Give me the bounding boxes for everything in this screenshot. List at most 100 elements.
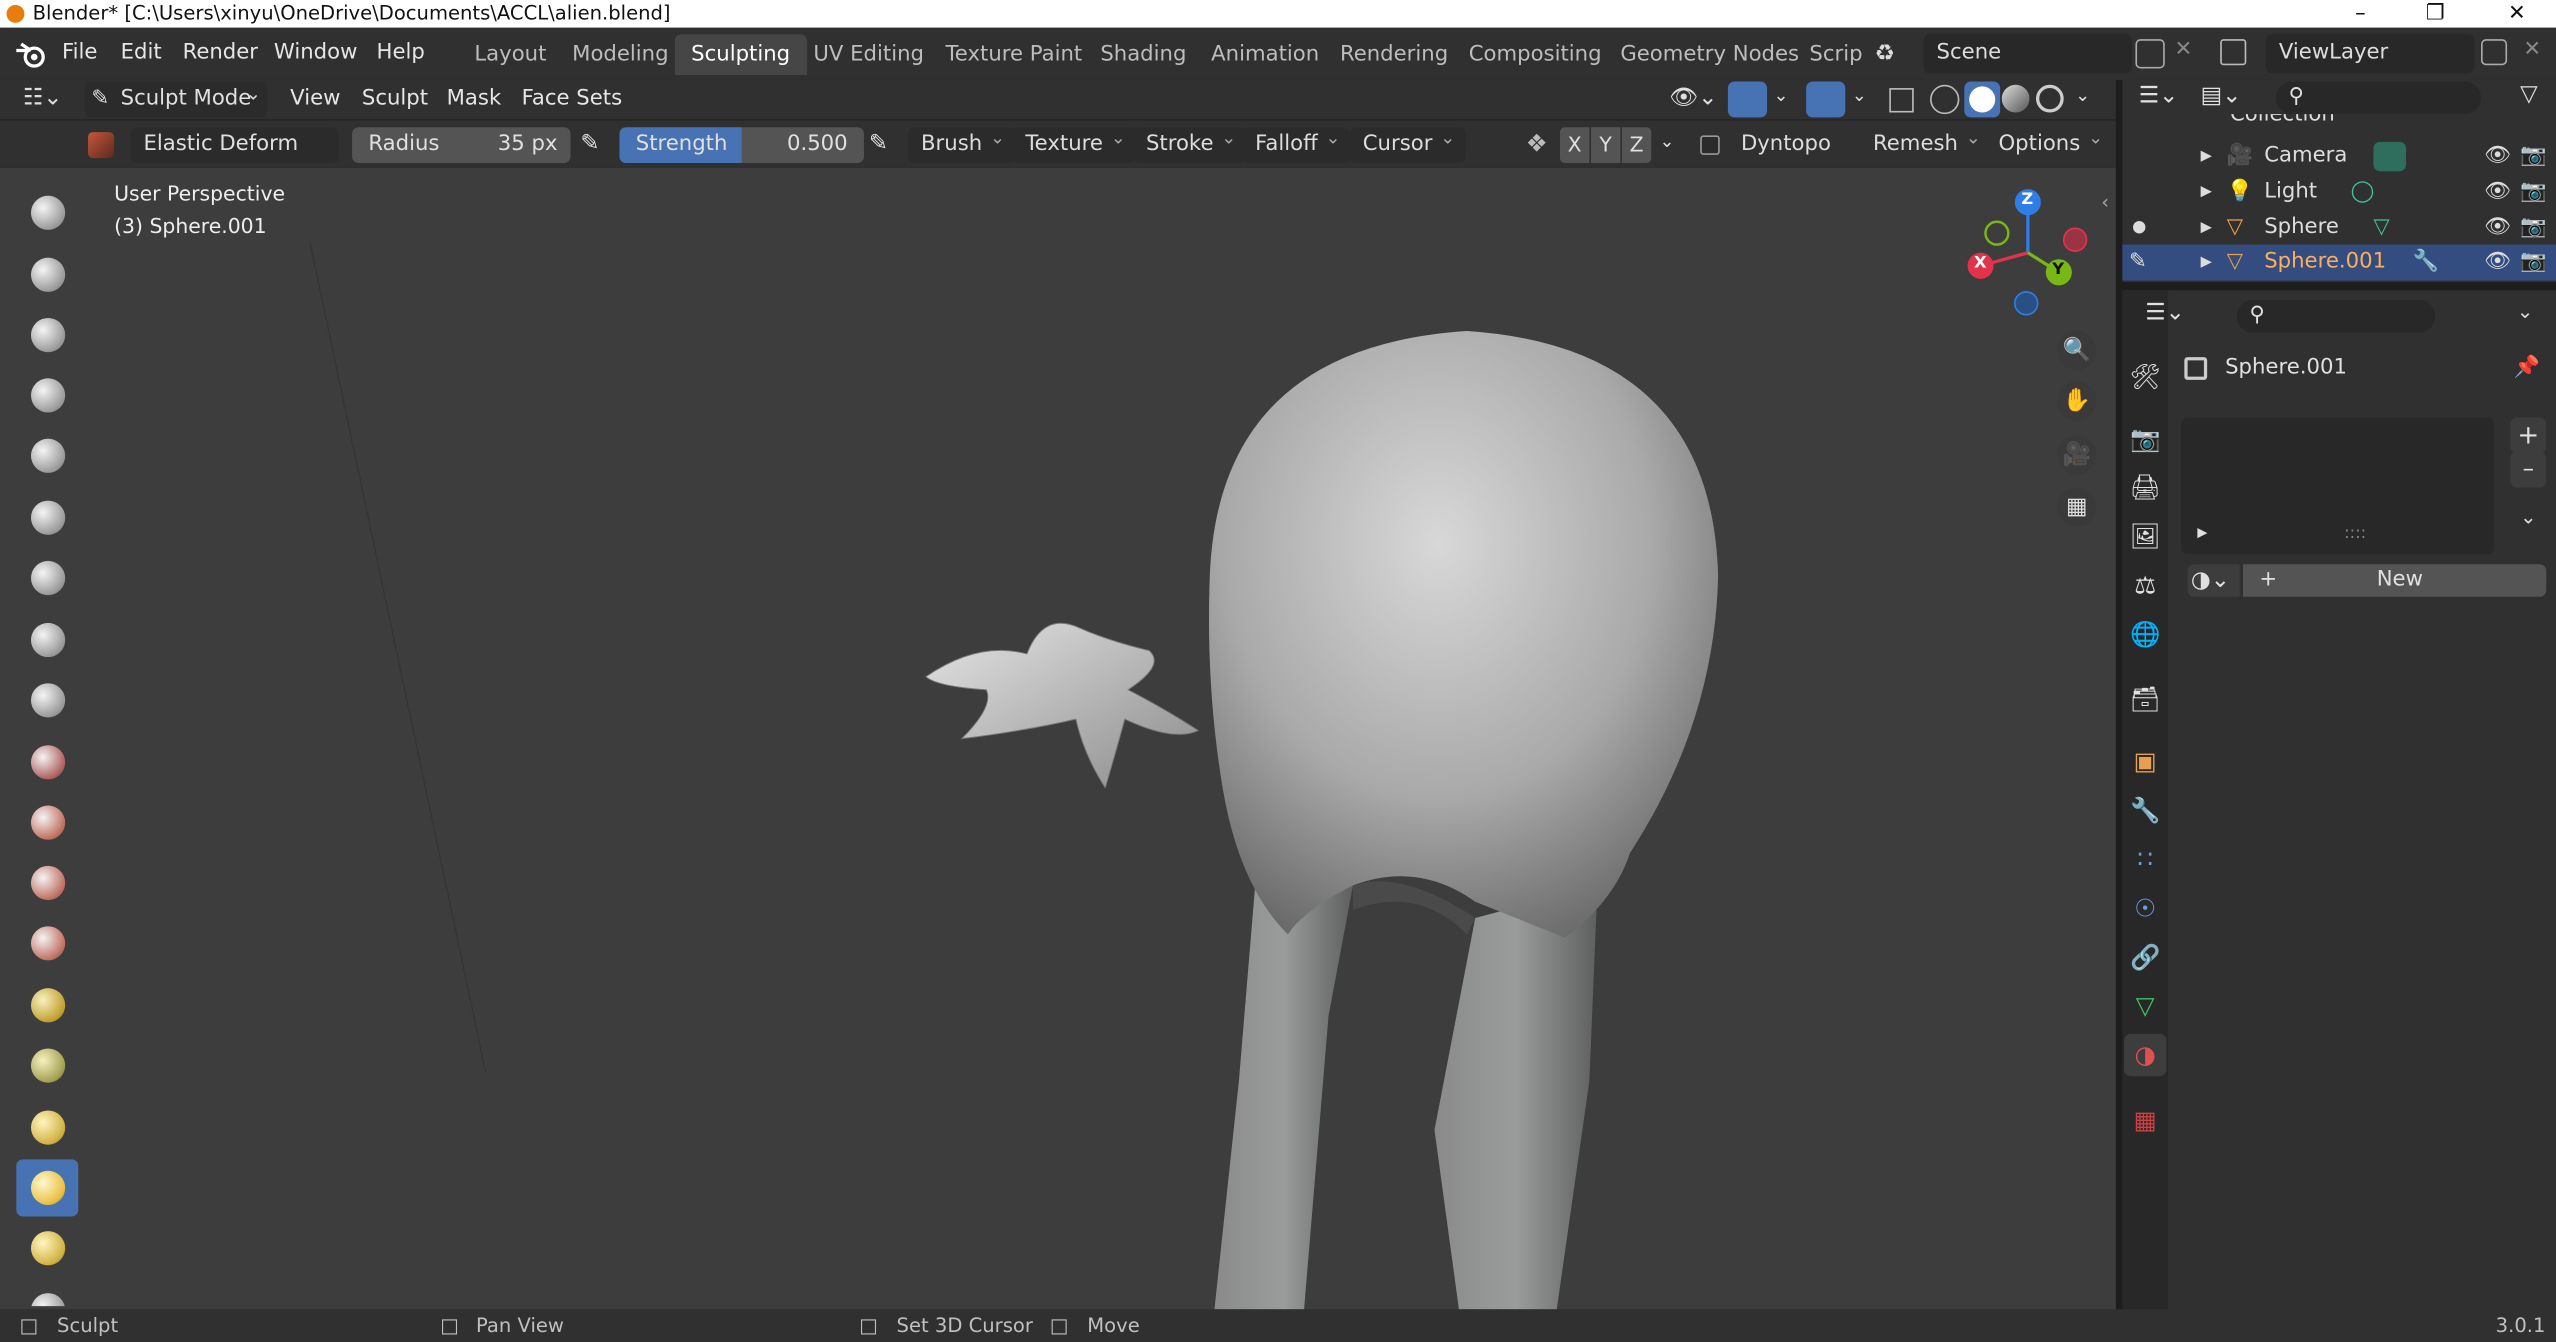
zoom-icon[interactable]: 🔍 [2057, 331, 2097, 371]
options-dropdown[interactable]: Options [1985, 121, 2112, 163]
chevron-down-icon[interactable]: ⌄ [2075, 85, 2090, 106]
material-tab-icon[interactable]: ◑ [2124, 1033, 2167, 1077]
expand-arrow-icon[interactable]: ▶ [2201, 139, 2212, 175]
eye-icon[interactable]: 👁 [2484, 210, 2511, 246]
chevron-down-icon[interactable]: ⌄ [1852, 85, 1867, 106]
sculpt-mode-icon[interactable]: ✎ [2129, 245, 2147, 281]
texture-dropdown[interactable]: Texture [1012, 121, 1136, 164]
filter-icon[interactable]: ▽ [2520, 82, 2538, 108]
menu-file[interactable]: File [62, 28, 97, 80]
expand-arrow-icon[interactable]: ▶ [2197, 525, 2207, 540]
outliner-search-input[interactable]: ⚲ [2275, 81, 2482, 115]
pin-icon[interactable]: 📌 [2514, 355, 2540, 379]
rendered-shading-icon[interactable] [2035, 84, 2064, 113]
eye-icon[interactable]: 👁 [2484, 245, 2511, 281]
scene-tab-icon[interactable]: ⚖ [2124, 564, 2166, 606]
chevron-down-icon[interactable]: ⌄ [1659, 130, 1674, 151]
close-button[interactable]: ✕ [2499, 0, 2535, 28]
tab-compositing[interactable]: Compositing [1452, 34, 1617, 75]
tab-geometry-nodes[interactable]: Geometry Nodes [1604, 34, 1815, 75]
xray-icon[interactable] [1889, 88, 1914, 113]
render-camera-icon[interactable]: 📷 [2520, 245, 2546, 281]
scene-icon[interactable]: ♻ [1875, 38, 1921, 71]
world-tab-icon[interactable]: 🌐 [2124, 613, 2166, 655]
tab-texture-paint[interactable]: Texture Paint [929, 34, 1098, 75]
gizmo-toggle-icon[interactable] [1727, 81, 1768, 118]
properties-editor-icon[interactable]: ☰⌄ [2145, 300, 2185, 326]
fill-tool[interactable] [16, 854, 78, 911]
tool-tab-icon[interactable]: 🛠 [2124, 355, 2166, 397]
elastic-deform-tool[interactable] [16, 1159, 79, 1217]
tab-layout[interactable]: Layout [458, 34, 563, 75]
properties-search-input[interactable]: ⚲ [2236, 300, 2436, 333]
layer-tool[interactable] [16, 489, 78, 546]
constraints-tab-icon[interactable]: 🔗 [2124, 936, 2166, 978]
editor-type-icon[interactable]: ☷⌄ [23, 85, 63, 111]
tab-uv-editing[interactable]: UV Editing [797, 34, 940, 75]
symmetry-z-toggle[interactable]: Z [1621, 127, 1652, 164]
clay-thumb-tool[interactable] [16, 427, 78, 484]
radius-pressure-icon[interactable]: ✎ [580, 130, 599, 156]
stroke-dropdown[interactable]: Stroke [1132, 121, 1247, 164]
viewport-canvas[interactable] [0, 168, 2116, 1310]
view-layer-tab-icon[interactable]: 🖼 [2124, 515, 2166, 557]
collection-tab-icon[interactable]: 🗃 [2124, 678, 2166, 720]
menu-view[interactable]: View [290, 80, 340, 119]
dyntopo-checkbox[interactable] [1700, 135, 1720, 155]
pinch-tool[interactable] [16, 1037, 78, 1094]
tab-sculpting[interactable]: Sculpting [674, 34, 807, 76]
falloff-dropdown[interactable]: Falloff [1242, 121, 1351, 164]
menu-window[interactable]: Window [274, 28, 358, 80]
menu-sculpt[interactable]: Sculpt [362, 80, 428, 119]
dyntopo-dropdown[interactable]: Dyntopo [1728, 127, 1864, 163]
render-camera-icon[interactable]: 📷 [2520, 139, 2546, 175]
scrape-tool[interactable] [16, 915, 78, 972]
draw-sharp-tool[interactable] [16, 246, 78, 303]
mode-selector[interactable]: ✎ Sculpt Mode ⌄ [84, 81, 268, 118]
expand-arrow-icon[interactable]: ▶ [2201, 245, 2212, 281]
view-layer-field[interactable]: ViewLayer [2265, 34, 2475, 74]
chevron-down-icon[interactable]: ⌄ [2510, 499, 2546, 535]
cursor-dropdown[interactable]: Cursor [1349, 121, 1466, 164]
minimize-button[interactable]: – [2342, 0, 2378, 28]
thumb-tool[interactable] [16, 1282, 78, 1307]
menu-face-sets[interactable]: Face Sets [522, 80, 623, 119]
tab-rendering[interactable]: Rendering [1324, 34, 1465, 75]
outliner-item-camera[interactable]: ▶ 🎥 Camera 👁 📷 [2122, 139, 2556, 175]
add-slot-button[interactable]: + [2510, 417, 2547, 454]
3d-viewport[interactable]: User Perspective (3) Sphere.001 Z X Y 🔍 … [0, 167, 2116, 1310]
eye-icon[interactable]: 👁 [2484, 174, 2511, 210]
chevron-down-icon[interactable]: ⌄ [2517, 300, 2533, 323]
material-shading-icon[interactable] [2001, 84, 2030, 113]
browse-material-icon[interactable]: ◑⌄ [2187, 564, 2240, 597]
expand-arrow-icon[interactable]: ▶ [2201, 210, 2212, 246]
view-layer-icon[interactable] [2220, 39, 2247, 66]
draw-tool[interactable] [16, 184, 78, 241]
collection-row[interactable]: Collection [2122, 114, 2556, 127]
camera-view-icon[interactable]: 🎥 [2057, 435, 2097, 475]
blender-menu-icon[interactable] [15, 41, 48, 69]
menu-mask[interactable]: Mask [447, 80, 502, 119]
physics-tab-icon[interactable]: ☉ [2124, 887, 2166, 929]
clay-tool[interactable] [16, 307, 78, 364]
new-scene-icon[interactable] [2135, 39, 2165, 69]
tab-animation[interactable]: Animation [1195, 34, 1336, 75]
outliner-item-sphere[interactable]: ● ▶ ▽ Sphere ▽ 👁 📷 [2122, 210, 2556, 246]
ortho-grid-icon[interactable]: ▦ [2057, 487, 2097, 527]
solid-shading-icon[interactable] [1964, 81, 2001, 118]
new-material-button[interactable]: + New [2243, 564, 2547, 597]
particles-tab-icon[interactable]: ∷ [2124, 838, 2166, 880]
inflate-tool[interactable] [16, 550, 78, 607]
render-camera-icon[interactable]: 📷 [2520, 174, 2546, 210]
radius-slider[interactable]: Radius 35 px [352, 127, 571, 164]
multiplane-scrape-tool[interactable] [16, 977, 78, 1034]
material-slot-list[interactable]: ▶ :::: [2181, 417, 2495, 555]
modifier-tab-icon[interactable]: 🔧 [2124, 789, 2166, 831]
output-tab-icon[interactable]: 🖨 [2124, 466, 2166, 508]
snake-hook-tool[interactable] [16, 1220, 78, 1277]
remove-view-layer-icon[interactable]: ✕ [2523, 38, 2541, 62]
strength-pressure-icon[interactable]: ✎ [869, 130, 888, 156]
restore-button[interactable]: ❐ [2417, 0, 2453, 28]
resize-grip-icon[interactable]: :::: [2344, 525, 2366, 543]
scene-field[interactable]: Scene [1923, 34, 2133, 74]
